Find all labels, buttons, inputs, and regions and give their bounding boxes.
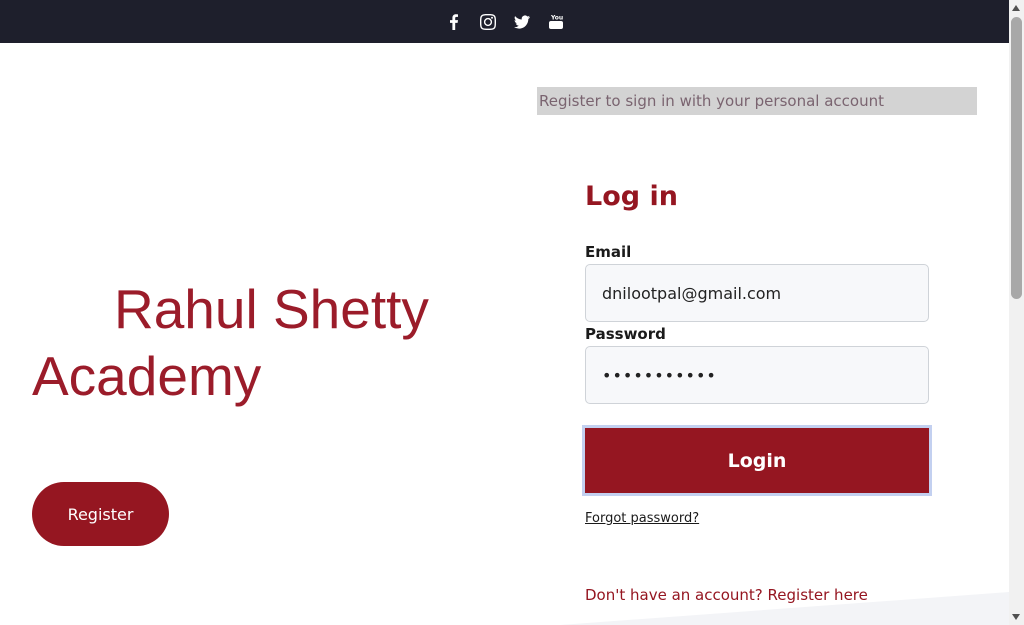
forgot-password-link[interactable]: Forgot password? <box>585 511 699 526</box>
login-button[interactable]: Login <box>582 425 932 496</box>
vertical-scrollbar[interactable] <box>1009 0 1024 625</box>
top-social-bar: You <box>0 0 1009 43</box>
twitter-icon[interactable] <box>513 13 531 31</box>
register-here-link[interactable]: Don't have an account? Register here <box>585 586 868 604</box>
facebook-icon[interactable] <box>445 13 463 31</box>
login-title: Log in <box>585 181 678 212</box>
svg-text:You: You <box>550 14 563 21</box>
password-field[interactable] <box>585 346 929 404</box>
youtube-icon[interactable]: You <box>547 13 565 31</box>
scroll-up-arrow-icon[interactable] <box>1012 5 1020 11</box>
scrollbar-thumb[interactable] <box>1011 17 1022 299</box>
scroll-down-arrow-icon[interactable] <box>1012 614 1020 620</box>
email-field[interactable] <box>585 264 929 322</box>
password-label: Password <box>585 325 666 343</box>
sign-in-banner: Register to sign in with your personal a… <box>537 87 977 115</box>
academy-brand-title: Rahul Shetty Academy <box>32 278 429 407</box>
hero-register-button[interactable]: Register <box>32 482 169 546</box>
email-label: Email <box>585 243 632 261</box>
instagram-icon[interactable] <box>479 13 497 31</box>
